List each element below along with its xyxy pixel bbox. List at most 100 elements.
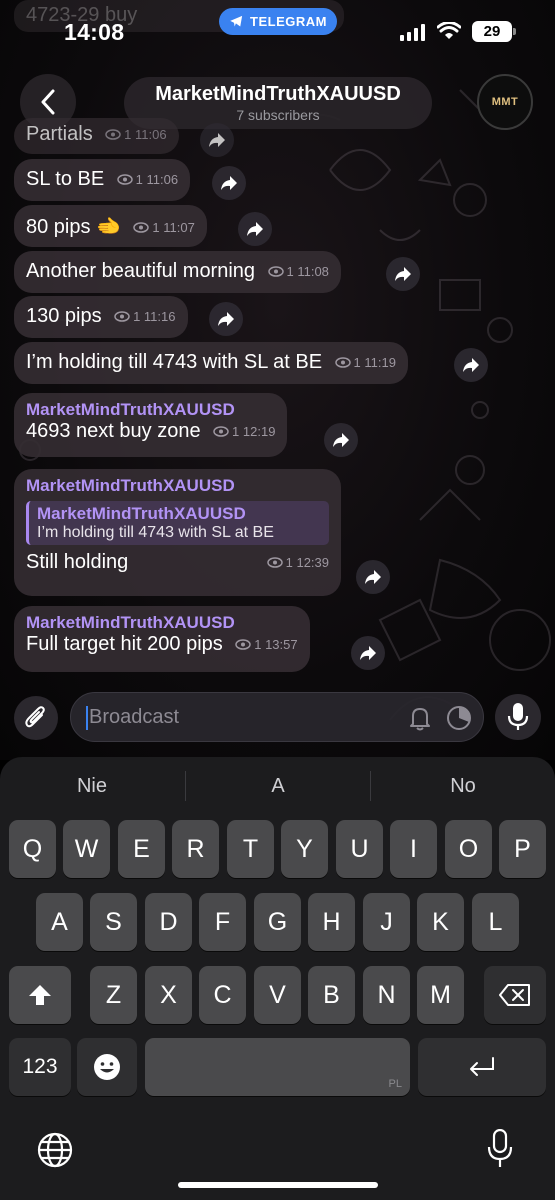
eye-icon [116, 174, 133, 185]
reply-sender: MarketMindTruthXAUUSD [37, 504, 246, 523]
dictation-microphone-icon[interactable] [486, 1129, 514, 1169]
message-text: Another beautiful morning [26, 260, 256, 282]
forward-icon [333, 433, 349, 447]
forward-icon [365, 570, 381, 584]
forward-button[interactable] [238, 212, 272, 246]
message-meta: 1 11:06 [105, 127, 167, 142]
wifi-icon [437, 22, 461, 39]
shift-key[interactable] [9, 966, 71, 1024]
key-l[interactable]: L [472, 893, 519, 951]
key-y[interactable]: Y [281, 820, 328, 878]
key-r[interactable]: R [172, 820, 219, 878]
microphone-icon [507, 703, 529, 730]
forward-button[interactable] [454, 348, 488, 382]
forward-icon [463, 358, 479, 372]
key-b[interactable]: B [308, 966, 355, 1024]
forward-button[interactable] [351, 636, 385, 670]
channel-title: MarketMindTruthXAUUSD [155, 83, 401, 105]
emoji-key[interactable] [77, 1038, 137, 1096]
reply-quote[interactable]: MarketMindTruthXAUUSD I’m holding till 4… [26, 501, 329, 545]
key-a[interactable]: A [36, 893, 83, 951]
status-bar: 14:08 TELEGRAM 29 [0, 0, 555, 62]
message-bubble[interactable]: Partials 1 11:06 [14, 118, 179, 154]
message-bubble[interactable]: MarketMindTruthXAUUSD Full target hit 20… [14, 606, 310, 672]
key-z[interactable]: Z [90, 966, 137, 1024]
forward-button[interactable] [209, 302, 243, 336]
message-sender: MarketMindTruthXAUUSD [26, 400, 235, 419]
broadcast-input[interactable] [89, 693, 389, 741]
key-i[interactable]: I [390, 820, 437, 878]
message-text: I’m holding till 4743 with SL at BE [26, 351, 323, 373]
eye-icon [213, 426, 229, 437]
attach-button[interactable] [14, 696, 58, 740]
forward-button[interactable] [200, 123, 234, 157]
forward-button[interactable] [386, 257, 420, 291]
eye-icon [133, 222, 150, 233]
message-meta: 1 13:57 [235, 637, 298, 652]
key-m[interactable]: M [417, 966, 464, 1024]
timer-icon[interactable] [446, 705, 472, 731]
eye-icon [334, 357, 351, 368]
backspace-key[interactable] [484, 966, 546, 1024]
numbers-key[interactable]: 123 [9, 1038, 71, 1096]
message-meta: 1 11:19 [334, 355, 396, 370]
suggestion-item[interactable]: Nie [0, 775, 184, 798]
forward-button[interactable] [324, 423, 358, 457]
space-key[interactable]: PL [145, 1038, 410, 1096]
forward-icon [218, 312, 234, 326]
eye-icon [266, 557, 283, 568]
key-s[interactable]: S [90, 893, 137, 951]
text-caret [86, 706, 88, 730]
keyboard-language-label: PL [388, 1078, 402, 1090]
forward-button[interactable] [356, 560, 390, 594]
suggestion-bar: Nie A No [0, 757, 555, 815]
message-meta: 1 11:06 [116, 172, 178, 187]
key-x[interactable]: X [145, 966, 192, 1024]
suggestion-item[interactable]: No [371, 775, 555, 798]
battery-indicator: 29 [472, 21, 516, 42]
message-bubble[interactable]: 80 pips 🫲 1 11:07 [14, 205, 207, 247]
message-bubble[interactable]: MarketMindTruthXAUUSD MarketMindTruthXAU… [14, 469, 341, 596]
emoji-icon [94, 1054, 120, 1080]
key-o[interactable]: O [445, 820, 492, 878]
bell-icon[interactable] [408, 705, 432, 731]
key-q[interactable]: Q [9, 820, 56, 878]
message-bubble[interactable]: MarketMindTruthXAUUSD 4693 next buy zone… [14, 393, 288, 457]
paperclip-icon [25, 706, 45, 728]
key-h[interactable]: H [308, 893, 355, 951]
key-g[interactable]: G [254, 893, 301, 951]
forward-icon [209, 133, 225, 147]
key-v[interactable]: V [254, 966, 301, 1024]
broadcast-input-box[interactable] [70, 692, 484, 742]
key-p[interactable]: P [499, 820, 546, 878]
message-text: Still holding [26, 551, 129, 573]
forward-button[interactable] [212, 166, 246, 200]
globe-icon[interactable] [36, 1131, 74, 1169]
key-d[interactable]: D [145, 893, 192, 951]
key-k[interactable]: K [417, 893, 464, 951]
message-bubble[interactable]: SL to BE 1 11:06 [14, 159, 191, 201]
voice-message-button[interactable] [495, 694, 541, 740]
key-c[interactable]: C [199, 966, 246, 1024]
key-f[interactable]: F [199, 893, 246, 951]
key-t[interactable]: T [227, 820, 274, 878]
backspace-icon [499, 984, 530, 1006]
signal-icon [400, 24, 425, 41]
key-u[interactable]: U [336, 820, 383, 878]
telegram-icon [230, 15, 243, 27]
return-key[interactable] [418, 1038, 546, 1096]
suggestion-item[interactable]: A [186, 775, 370, 798]
channel-avatar[interactable]: MMT [477, 74, 533, 130]
key-e[interactable]: E [118, 820, 165, 878]
eye-icon [114, 311, 130, 322]
message-text: 130 pips [26, 305, 102, 327]
home-indicator[interactable] [178, 1182, 378, 1188]
message-meta: 1 12:39 [266, 555, 329, 570]
message-bubble[interactable]: 130 pips 1 11:16 [14, 296, 188, 338]
key-w[interactable]: W [63, 820, 110, 878]
key-j[interactable]: J [363, 893, 410, 951]
telegram-pill[interactable]: TELEGRAM [219, 8, 337, 35]
message-bubble[interactable]: Another beautiful morning 1 11:08 [14, 251, 341, 293]
message-bubble[interactable]: I’m holding till 4743 with SL at BE 1 11… [14, 342, 408, 384]
key-n[interactable]: N [363, 966, 410, 1024]
